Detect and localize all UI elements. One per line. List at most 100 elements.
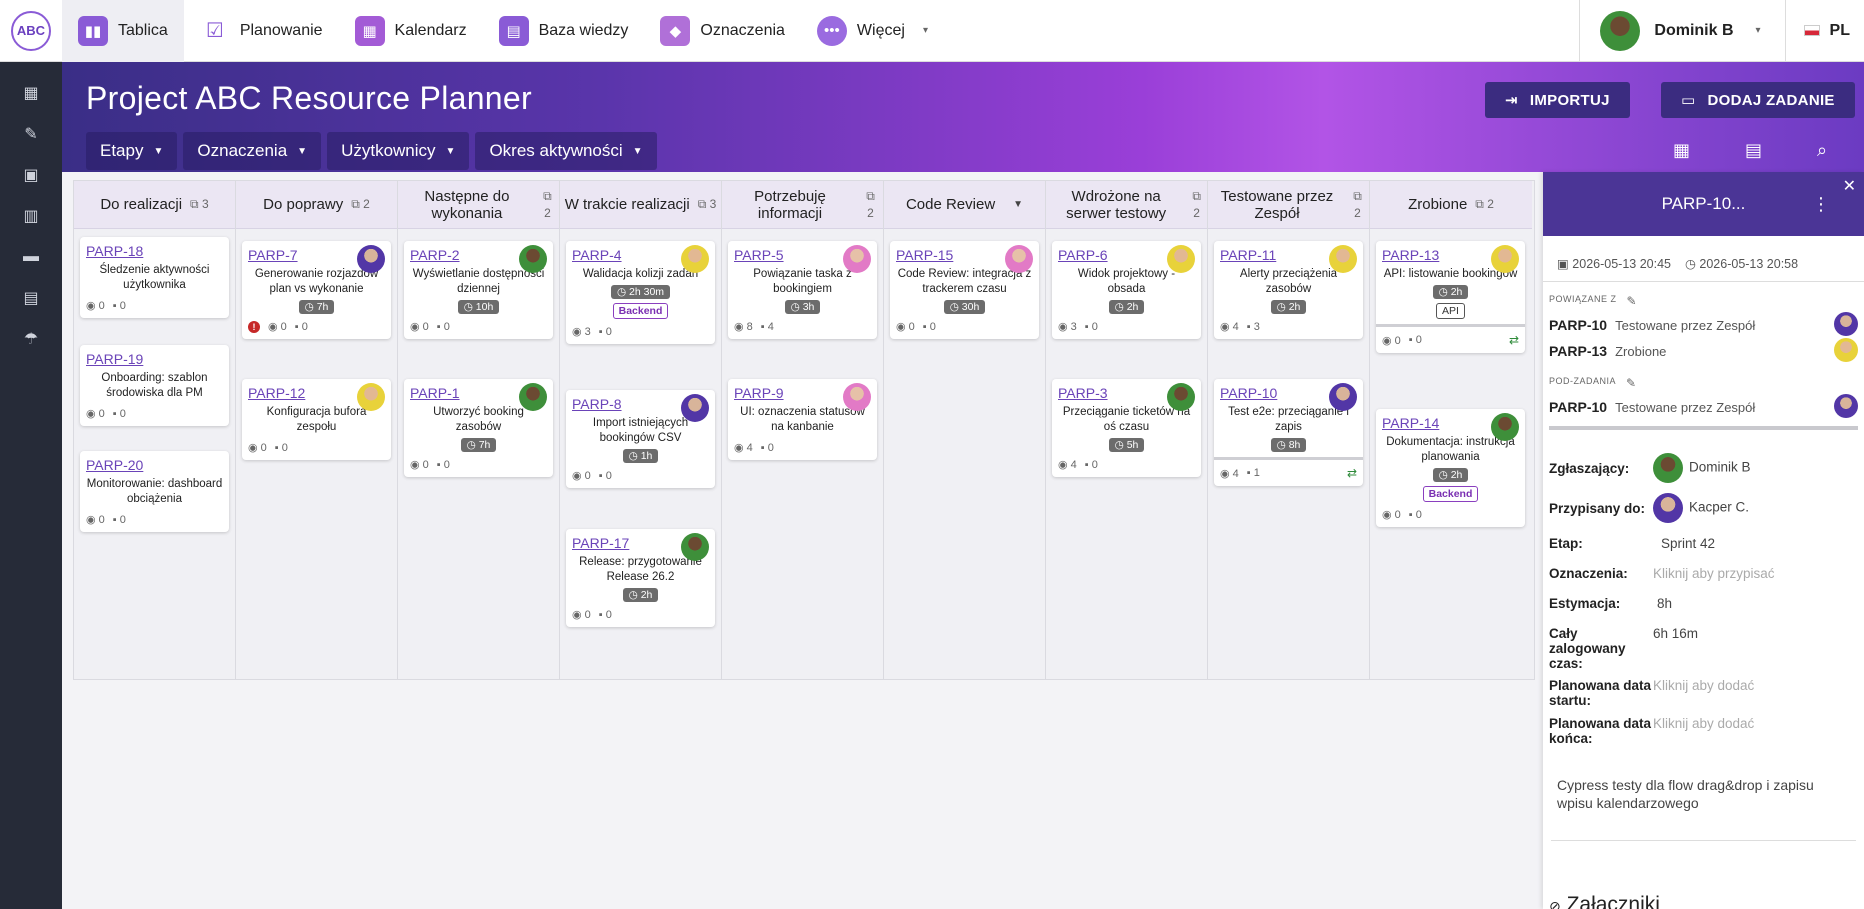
filter-uzytkownicy[interactable]: Użytkownicy ▼	[327, 132, 470, 170]
task-id[interactable]: PARP-19	[86, 351, 223, 367]
task-card[interactable]: PARP-1 Utworzyć booking zasobów ◷ 7h ◉ 0…	[404, 379, 553, 477]
sidebar-calendar-icon[interactable]: ▤	[0, 277, 62, 318]
subtask-item[interactable]: PARP-10 Testowane przez Zespół	[1543, 394, 1864, 420]
related-id[interactable]: PARP-13	[1549, 343, 1607, 359]
task-card[interactable]: PARP-5 Powiązanie taska z bookingiem ◷ 3…	[728, 241, 877, 339]
filter-etapy[interactable]: Etapy ▼	[86, 132, 178, 170]
logo[interactable]: ABC	[0, 0, 62, 62]
task-card[interactable]: PARP-12 Konfiguracja bufora zespołu ◉ 0 ▪…	[242, 379, 391, 460]
sidebar-grid-icon[interactable]: ▣	[0, 154, 62, 195]
label-tag[interactable]: Backend	[612, 303, 669, 319]
grid-view-icon[interactable]: ▦	[1673, 140, 1690, 161]
task-card[interactable]: PARP-20 Monitorowanie: dashboard obciąże…	[80, 451, 229, 532]
assignee-avatar[interactable]	[1005, 245, 1033, 273]
filter-oznaczenia[interactable]: Oznaczenia ▼	[183, 132, 322, 170]
task-card[interactable]: PARP-18 Śledzenie aktywności użytkownika…	[80, 237, 229, 318]
assignee-avatar[interactable]	[681, 533, 709, 561]
assignee-avatar[interactable]	[519, 383, 547, 411]
task-card[interactable]: PARP-4 Walidacja kolizji zadań ◷ 2h 30m …	[566, 241, 715, 344]
estimate-value[interactable]: 8h	[1657, 596, 1672, 611]
nav-kalendarz[interactable]: ▦ Kalendarz	[339, 0, 483, 62]
assignee-avatar[interactable]	[1167, 383, 1195, 411]
reporter-value[interactable]: Dominik B	[1653, 453, 1751, 483]
close-icon[interactable]: ✕	[1843, 176, 1856, 196]
assignee-value[interactable]: Kacper C.	[1653, 493, 1749, 523]
assignee-avatar[interactable]	[681, 245, 709, 273]
task-card[interactable]: PARP-6 Widok projektowy - obsada ◷ 2h ◉ …	[1052, 241, 1201, 339]
more-vertical-icon[interactable]: ⋮	[1812, 194, 1830, 215]
task-card[interactable]: PARP-3 Przeciąganie ticketów na oś czasu…	[1052, 379, 1201, 477]
assignee-avatar[interactable]	[1491, 413, 1519, 441]
task-id[interactable]: PARP-18	[86, 243, 223, 259]
assignee-avatar[interactable]	[357, 383, 385, 411]
related-item[interactable]: PARP-13 Zrobione	[1543, 338, 1864, 364]
nav-planowanie[interactable]: ☑ Planowanie	[184, 0, 339, 62]
assignee-avatar[interactable]	[843, 245, 871, 273]
column-header[interactable]: Code Review ▼	[884, 181, 1045, 229]
assignee-avatar[interactable]	[357, 245, 385, 273]
column-wdrozone-na-serwer-testowy: Wdrożone na serwer testowy ⧉ 2 PARP-6 Wid…	[1046, 181, 1208, 679]
subtask-id[interactable]: PARP-10	[1549, 399, 1607, 415]
sidebar-briefcase-icon[interactable]: ▥	[0, 195, 62, 236]
import-button[interactable]: ⇥ IMPORTUJ	[1485, 82, 1630, 118]
tags-value[interactable]: Kliknij aby przypisać	[1653, 566, 1775, 581]
calendar-view-icon[interactable]: ▤	[1745, 140, 1762, 161]
task-id[interactable]: PARP-20	[86, 457, 223, 473]
assignee-avatar[interactable]	[681, 394, 709, 422]
sidebar-list-icon[interactable]: ▬	[0, 236, 62, 277]
edit-icon[interactable]: ✎	[1626, 376, 1637, 390]
assignee-avatar[interactable]	[1491, 245, 1519, 273]
link-arrows-icon[interactable]: ⇄	[1347, 466, 1357, 480]
task-card[interactable]: PARP-19 Onboarding: szablon środowiska d…	[80, 345, 229, 426]
count-value: 3	[709, 197, 717, 211]
assignee-avatar[interactable]	[1329, 383, 1357, 411]
assignee-avatar[interactable]	[519, 245, 547, 273]
planned-start-value[interactable]: Kliknij aby dodać	[1653, 678, 1754, 693]
column-header[interactable]: Do realizacji ⧉ 3	[74, 181, 235, 229]
nav-baza-wiedzy[interactable]: ▤ Baza wiedzy	[483, 0, 645, 62]
assignee-avatar[interactable]	[843, 383, 871, 411]
related-item[interactable]: PARP-10 Testowane przez Zespół	[1543, 312, 1864, 338]
search-icon[interactable]: ⌕	[1817, 140, 1827, 161]
language-switch[interactable]: PL	[1784, 0, 1864, 62]
sidebar-add-board-icon[interactable]: ▦	[0, 72, 62, 113]
sidebar-umbrella-icon[interactable]: ☂	[0, 318, 62, 359]
nav-oznaczenia[interactable]: ◆ Oznaczenia	[644, 0, 801, 62]
nav-wiecej[interactable]: ••• Więcej ▾	[801, 0, 944, 62]
task-card[interactable]: PARP-7 Generowanie rozjazdów plan vs wyk…	[242, 241, 391, 339]
filter-okres-aktywnosci[interactable]: Okres aktywności ▼	[475, 132, 657, 170]
task-description[interactable]: Cypress testy dla flow drag&drop i zapis…	[1551, 776, 1856, 841]
add-task-button[interactable]: ▭ DODAJ ZADANIE	[1661, 82, 1855, 118]
column-header[interactable]: Potrzebuję informacji ⧉ 2	[722, 181, 883, 229]
column-header[interactable]: Zrobione ⧉ 2	[1370, 181, 1532, 229]
assignee-avatar[interactable]	[1167, 245, 1195, 273]
column-header[interactable]: Do poprawy ⧉ 2	[236, 181, 397, 229]
planned-end-value[interactable]: Kliknij aby dodać	[1653, 716, 1754, 731]
user-menu[interactable]: Dominik B ▾	[1579, 0, 1784, 62]
edit-icon[interactable]: ✎	[1627, 294, 1638, 308]
views-count: 0	[98, 300, 105, 312]
column-header[interactable]: W trakcie realizacji ⧉ 3	[560, 181, 721, 229]
task-card[interactable]: PARP-15 Code Review: integracja z tracke…	[890, 241, 1039, 339]
task-card[interactable]: PARP-13 API: listowanie bookingów ◷ 2h A…	[1376, 241, 1525, 353]
task-card[interactable]: PARP-8 Import istniejących bookingów CSV…	[566, 390, 715, 488]
task-card[interactable]: PARP-9 UI: oznaczenia statusów na kanban…	[728, 379, 877, 460]
task-card[interactable]: PARP-14 Dokumentacja: instrukcja planowa…	[1376, 409, 1525, 527]
label-tag[interactable]: Backend	[1422, 486, 1479, 502]
sidebar-edit-icon[interactable]: ✎	[0, 113, 62, 154]
nav-tablica[interactable]: ▮▮ Tablica	[62, 0, 184, 62]
related-id[interactable]: PARP-10	[1549, 317, 1607, 333]
label-tag[interactable]: API	[1436, 303, 1465, 319]
task-meta: ◉ 0 ▪ 0	[572, 608, 709, 622]
column-dropdown-icon[interactable]: ▼	[1013, 196, 1023, 213]
task-card[interactable]: PARP-10 Test e2e: przeciąganie i zapis ◷…	[1214, 379, 1363, 486]
task-card[interactable]: PARP-2 Wyświetlanie dostępności dziennej…	[404, 241, 553, 339]
column-header[interactable]: Następne do wykonania ⧉ 2	[398, 181, 559, 229]
task-card[interactable]: PARP-11 Alerty przeciążenia zasobów ◷ 2h…	[1214, 241, 1363, 339]
task-card[interactable]: PARP-17 Release: przygotowanie Release 2…	[566, 529, 715, 627]
stage-value[interactable]: Sprint 42	[1661, 536, 1715, 551]
link-arrows-icon[interactable]: ⇄	[1509, 333, 1519, 347]
assignee-avatar[interactable]	[1329, 245, 1357, 273]
column-header[interactable]: Wdrożone na serwer testowy ⧉ 2	[1046, 181, 1207, 229]
column-header[interactable]: Testowane przez Zespół ⧉ 2	[1208, 181, 1369, 229]
